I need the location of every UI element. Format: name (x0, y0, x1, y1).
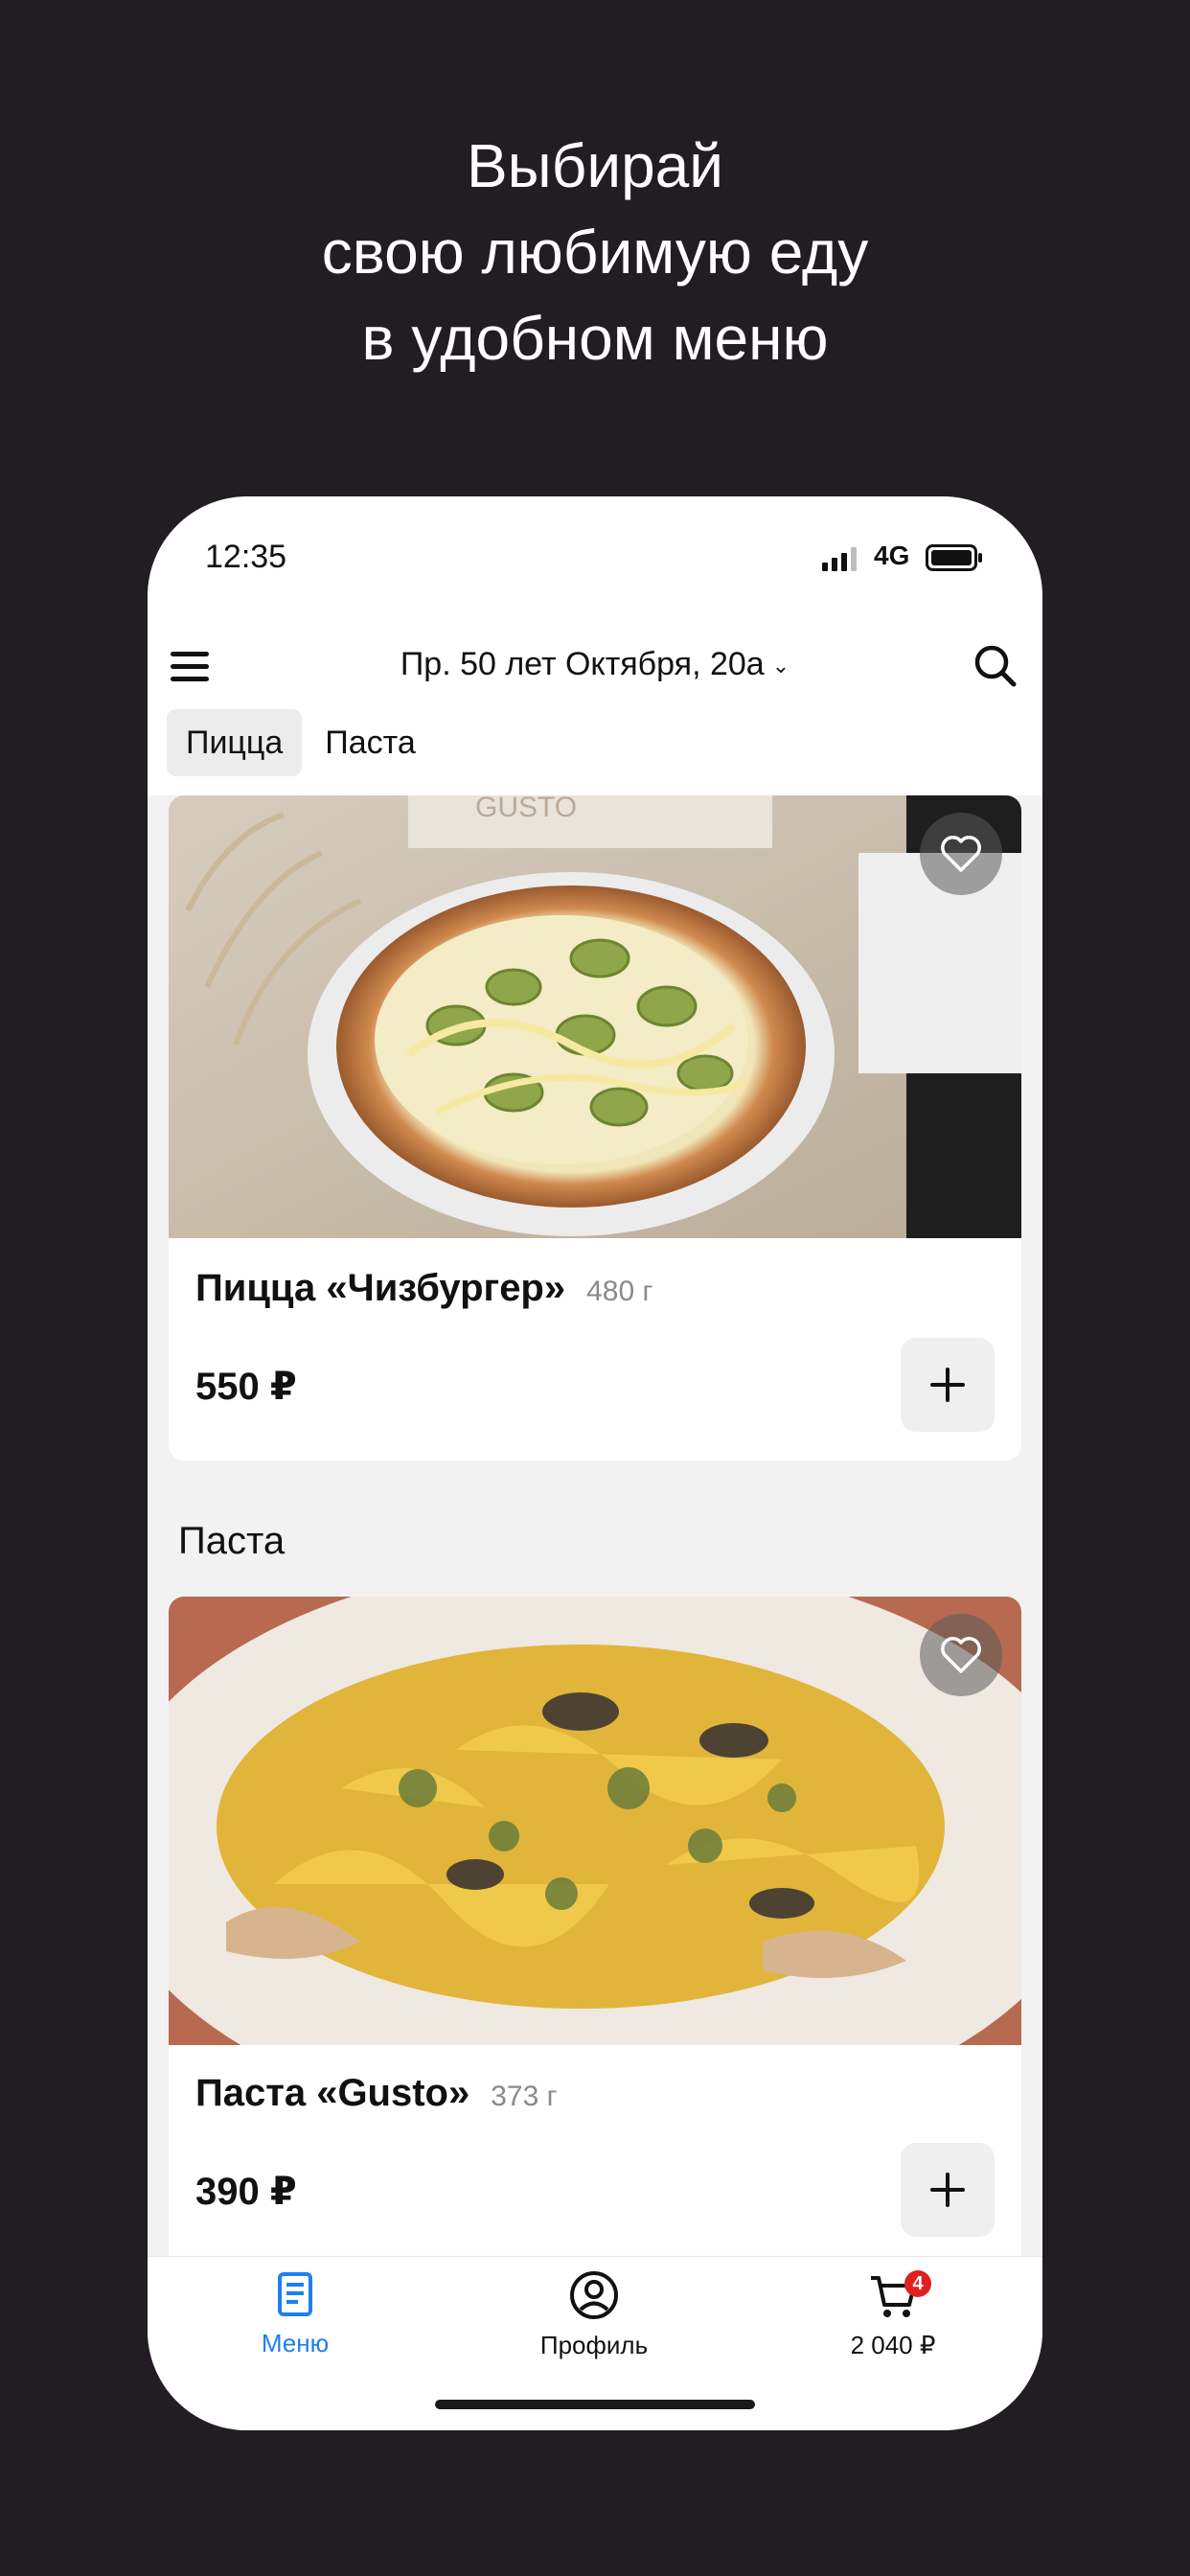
gusto-watermark: GUSTO (475, 795, 577, 823)
add-to-cart-button[interactable] (901, 1338, 995, 1432)
address-selector[interactable]: Пр. 50 лет Октября, 20а ⌄ (148, 646, 1042, 683)
network-type: 4G (874, 540, 910, 570)
nav-profile-label: Профиль (539, 2331, 649, 2359)
status-bar: 12:35 4G (148, 496, 1042, 602)
section-title-pasta: Паста (178, 1520, 286, 1562)
product-card[interactable]: GUSTO Пицца «Чизбургер» 480 г 550 ₽ (169, 795, 1021, 1460)
signal-icon (822, 546, 857, 571)
nav-menu[interactable]: Меню (199, 2270, 391, 2358)
product-price: 550 ₽ (195, 1366, 297, 1408)
product-list: GUSTO Пицца «Чизбургер» 480 г 550 ₽ Паст… (148, 795, 1042, 2262)
headline-line-3: в удобном меню (361, 304, 829, 373)
product-price: 390 ₽ (195, 2171, 297, 2213)
top-bar: Пр. 50 лет Октября, 20а ⌄ (148, 602, 1042, 726)
phone-screen: 12:35 4G Пр. 50 лет Октября, 20а ⌄ Пицца … (148, 496, 1042, 2430)
chevron-down-icon: ⌄ (771, 654, 790, 678)
product-card[interactable]: Паста «Gusto» 373 г 390 ₽ (169, 1597, 1021, 2262)
nav-cart[interactable]: 4 2 040 ₽ (797, 2270, 989, 2360)
promo-headline: Выбирай свою любимую еду в удобном меню (0, 123, 1190, 381)
search-icon[interactable] (973, 644, 1018, 688)
tab-pizza[interactable]: Пицца (167, 709, 303, 776)
pasta-image (169, 1597, 1021, 2045)
product-title-row: Пицца «Чизбургер» 480 г (195, 1267, 652, 1310)
plus-icon (930, 2173, 965, 2207)
plus-icon (930, 1368, 965, 1402)
status-time: 12:35 (205, 539, 287, 575)
tab-pasta[interactable]: Паста (306, 709, 434, 776)
address-label: Пр. 50 лет Октября, 20а (400, 646, 765, 682)
favorite-button[interactable] (920, 1614, 1002, 1696)
category-tabs: Пицца Паста (167, 709, 435, 776)
nav-profile[interactable]: Профиль (498, 2270, 690, 2360)
cart-count-badge: 4 (904, 2270, 931, 2297)
battery-icon (926, 544, 982, 571)
heart-icon (941, 836, 981, 872)
nav-menu-label: Меню (261, 2329, 330, 2358)
heart-icon (941, 1637, 981, 1673)
product-name: Паста «Gusto» (195, 2072, 470, 2114)
product-weight: 373 г (491, 2081, 558, 2112)
pizza-image: GUSTO (169, 795, 1021, 1238)
add-to-cart-button[interactable] (901, 2143, 995, 2237)
home-indicator (435, 2400, 755, 2409)
headline-line-2: свою любимую еду (321, 218, 869, 287)
pizza-photo: GUSTO (169, 795, 1021, 1238)
headline-line-1: Выбирай (466, 131, 724, 200)
product-weight: 480 г (586, 1276, 653, 1307)
cart-total: 2 040 ₽ (850, 2331, 936, 2359)
product-name: Пицца «Чизбургер» (195, 1267, 566, 1309)
product-title-row: Паста «Gusto» 373 г (195, 2072, 558, 2115)
pasta-photo (169, 1597, 1021, 2045)
profile-icon (570, 2271, 618, 2319)
menu-document-icon (278, 2272, 312, 2316)
favorite-button[interactable] (920, 813, 1002, 895)
